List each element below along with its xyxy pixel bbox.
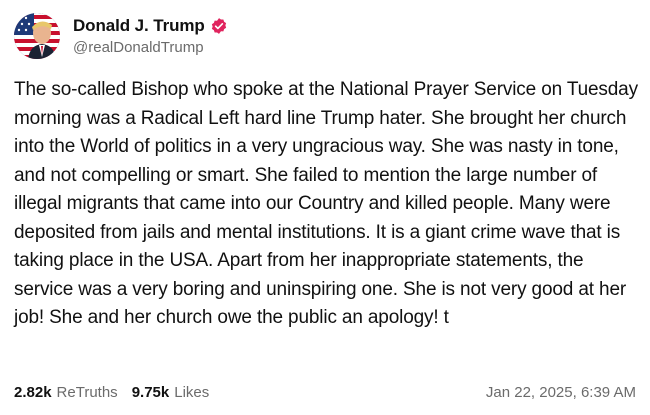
- author-display-name[interactable]: Donald J. Trump: [73, 16, 205, 36]
- likes-label: Likes: [174, 384, 210, 401]
- retruths-stat[interactable]: 2.82k ReTruths: [14, 384, 118, 401]
- avatar[interactable]: [14, 13, 60, 59]
- retruths-count: 2.82k: [14, 384, 52, 401]
- likes-stat[interactable]: 9.75k Likes: [132, 384, 210, 401]
- post-card: Donald J. Trump @realDonaldTrump The so-…: [0, 0, 650, 415]
- post-footer: 2.82k ReTruths 9.75k Likes Jan 22, 2025,…: [14, 384, 636, 401]
- post-timestamp[interactable]: Jan 22, 2025, 6:39 AM: [486, 384, 636, 401]
- post-text: The so-called Bishop who spoke at the Na…: [14, 79, 638, 328]
- retruths-label: ReTruths: [56, 384, 118, 401]
- author-info: Donald J. Trump @realDonaldTrump: [73, 16, 228, 56]
- verified-badge-icon: [210, 17, 228, 35]
- author-name-row: Donald J. Trump: [73, 16, 228, 36]
- likes-count: 9.75k: [131, 384, 170, 401]
- post-header: Donald J. Trump @realDonaldTrump: [14, 10, 636, 62]
- author-handle[interactable]: @realDonaldTrump: [73, 39, 228, 56]
